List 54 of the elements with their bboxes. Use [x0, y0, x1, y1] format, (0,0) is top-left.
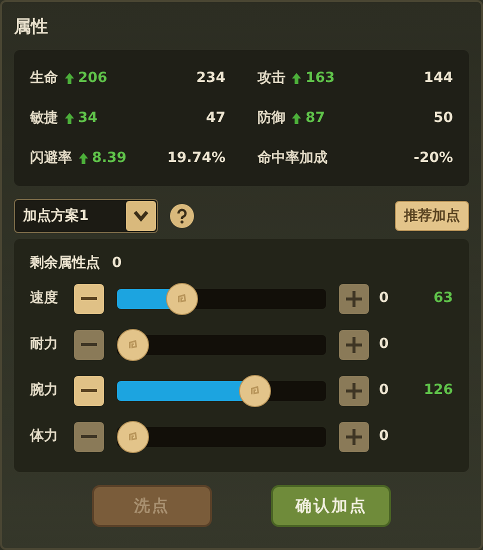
added-points: 0 — [379, 381, 390, 400]
slider-thumb[interactable] — [238, 374, 271, 406]
stat-value: 234 — [196, 68, 226, 88]
plus-icon — [344, 334, 364, 354]
stat-bonus: 163 — [306, 68, 335, 88]
plus-button[interactable] — [339, 376, 369, 406]
plus-button[interactable] — [339, 330, 369, 360]
stat-value: -20% — [414, 148, 453, 168]
stat-value: 50 — [434, 108, 453, 128]
added-points: 0 — [379, 427, 390, 446]
attribute-label: 速度 — [30, 288, 59, 308]
minus-icon — [81, 343, 97, 346]
stat-value: 144 — [424, 68, 453, 88]
attribute-label: 耐力 — [30, 335, 59, 354]
slider-thumb[interactable] — [166, 282, 198, 314]
stat-bonus: 206 — [78, 68, 108, 88]
minus-button[interactable] — [74, 376, 104, 406]
stat-label: 攻击 — [258, 68, 286, 88]
plus-icon — [344, 288, 364, 308]
stat-label: 命中率加成 — [258, 148, 328, 168]
recommend-button[interactable]: 推荐加点 — [395, 201, 469, 231]
panel-title: 属性 — [14, 16, 48, 40]
attribute-label: 腕力 — [30, 381, 59, 400]
plus-icon — [344, 426, 364, 446]
minus-icon — [81, 389, 97, 392]
plus-button[interactable] — [339, 284, 369, 314]
added-points: 0 — [379, 335, 390, 354]
plus-icon — [344, 380, 364, 400]
slider-thumb[interactable] — [117, 420, 149, 452]
confirm-button[interactable]: 确认加点 — [271, 485, 392, 527]
added-points: 0 — [379, 289, 390, 308]
stat-value: 19.74% — [167, 148, 226, 168]
stat-label: 敏捷 — [30, 108, 58, 128]
slider-thumb[interactable] — [117, 328, 149, 360]
minus-icon — [81, 435, 97, 438]
stat-bonus: 8.39 — [92, 148, 127, 168]
stat-label: 闪避率 — [30, 148, 72, 168]
minus-button[interactable] — [74, 284, 104, 314]
help-icon[interactable] — [170, 204, 194, 228]
attribute-total: 126 — [424, 381, 453, 400]
attribute-label: 体力 — [30, 427, 59, 446]
stat-value: 47 — [206, 108, 226, 128]
remaining-points-value: 0 — [112, 254, 122, 272]
minus-icon — [81, 297, 97, 300]
dropdown-value: 加点方案1 — [22, 206, 90, 226]
remaining-points-label: 剩余属性点 — [30, 254, 100, 272]
plan-dropdown[interactable]: 加点方案1 — [14, 199, 158, 233]
stat-label: 生命 — [30, 68, 58, 88]
stat-bonus: 87 — [306, 108, 325, 128]
attribute-total: 63 — [434, 289, 453, 308]
stat-bonus: 34 — [78, 108, 98, 128]
chevron-down-icon — [126, 201, 156, 231]
plus-button[interactable] — [339, 422, 369, 452]
stat-label: 防御 — [258, 108, 286, 128]
